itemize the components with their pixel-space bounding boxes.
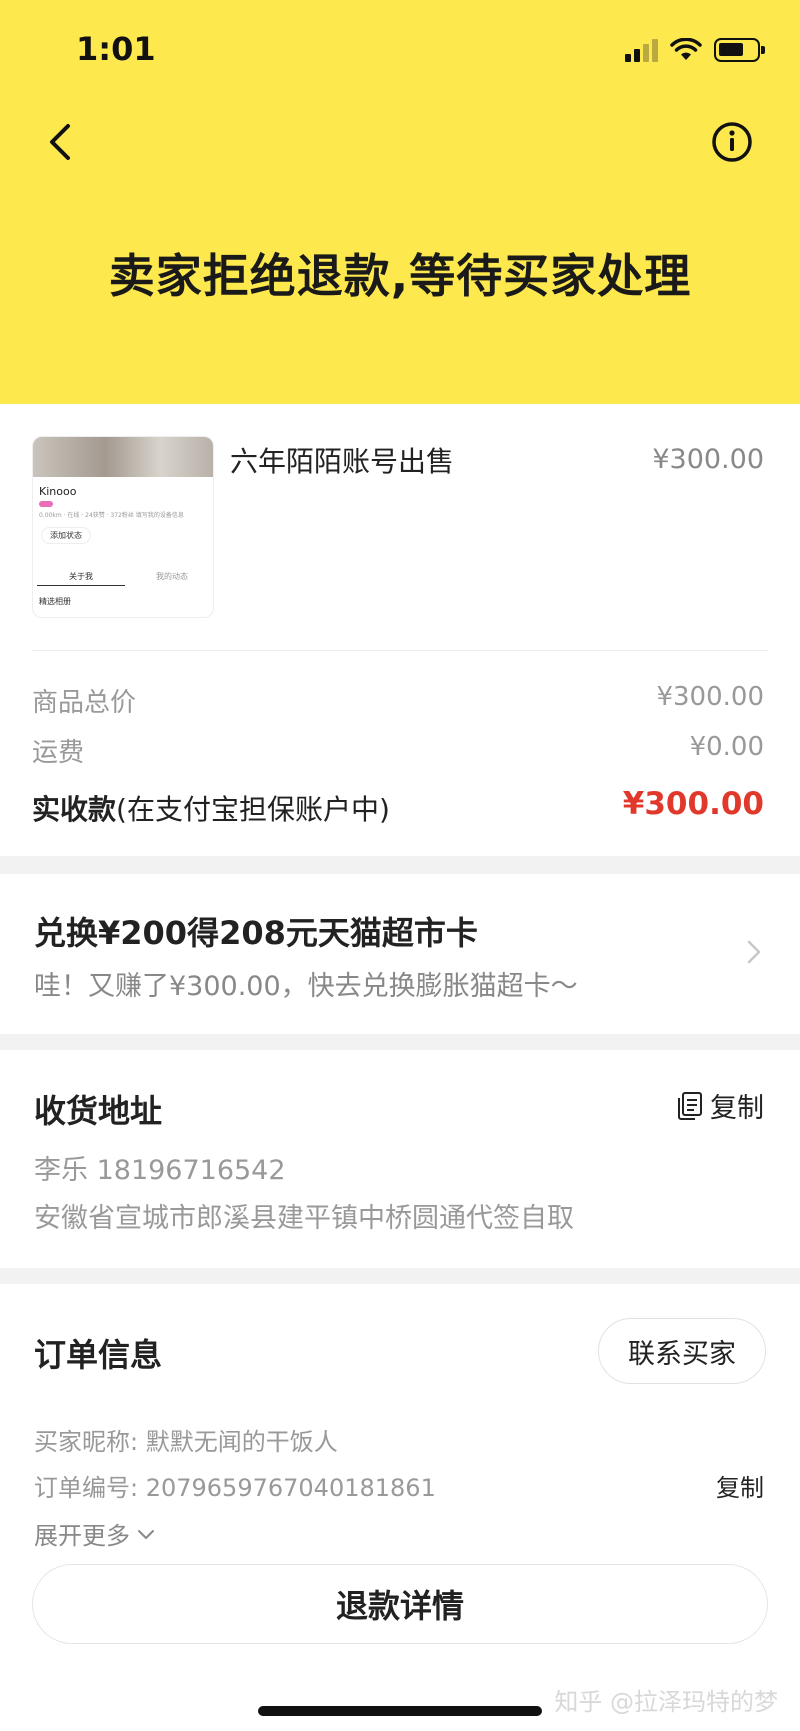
signal-icon [625, 38, 658, 62]
buyer-nickname: 买家昵称: 默默无闻的干饭人 [34, 1428, 338, 1456]
thumbnail-photo [33, 437, 213, 477]
copy-address-label: 复制 [710, 1093, 764, 1124]
thumbnail-meta: 0.00km · 在线 · 24获赞 · 372粉丝 填写我的设备信息 [39, 512, 184, 519]
copy-order-number-button[interactable]: 复制 [716, 1468, 764, 1503]
product-price: ¥300.00 [652, 444, 764, 475]
thumbnail-badge [39, 501, 53, 507]
thumbnail-status-button: 添加状态 [41, 527, 91, 544]
promo-subtitle: 哇！又赚了¥300.00，快去兑换膨胀猫超卡～ [34, 971, 578, 1002]
order-card: 订单信息 联系买家 买家昵称: 默默无闻的干饭人 订单编号: 207965976… [0, 1284, 800, 1731]
divider [32, 650, 768, 651]
address-card: 收货地址 复制 李乐 18196716542 安徽省宣城市郎溪县建平镇中桥圆通代… [0, 1050, 800, 1268]
promo-title: 兑换¥200得208元天猫超市卡 [34, 914, 478, 952]
chevron-right-icon [747, 940, 761, 964]
status-icons [625, 36, 765, 64]
status-time: 1:01 [76, 30, 156, 68]
subtotal-value: ¥300.00 [656, 682, 764, 712]
total-label-main: 实收款 [32, 793, 117, 826]
home-indicator[interactable] [258, 1706, 542, 1716]
info-icon[interactable] [710, 120, 754, 164]
subtotal-label: 商品总价 [32, 688, 137, 718]
thumbnail-album-label: 精选相册 [39, 597, 71, 606]
status-header: 1:01 卖家拒绝退款,等待买家处理 [0, 0, 800, 404]
contact-buyer-button[interactable]: 联系买家 [598, 1318, 766, 1384]
product-thumbnail[interactable]: Kinooo 0.00km · 在线 · 24获赞 · 372粉丝 填写我的设备… [32, 436, 214, 618]
copy-address-button[interactable]: 复制 [676, 1086, 764, 1125]
total-label: 实收款(在支付宝担保账户中) [32, 788, 390, 828]
back-arrow-icon[interactable] [42, 118, 82, 166]
chevron-down-icon [138, 1529, 154, 1539]
wifi-icon [670, 38, 702, 60]
address-detail: 安徽省宣城市郎溪县建平镇中桥圆通代签自取 [34, 1203, 574, 1234]
thumbnail-tab-feed: 我的动态 [156, 572, 188, 581]
product-card: Kinooo 0.00km · 在线 · 24获赞 · 372粉丝 填写我的设备… [0, 404, 800, 856]
order-title: 订单信息 [34, 1336, 163, 1374]
thumbnail-profile-name: Kinooo [39, 485, 77, 498]
shipping-value: ¥0.00 [689, 732, 764, 762]
address-title: 收货地址 [34, 1092, 163, 1130]
expand-more-button[interactable]: 展开更多 [34, 1516, 156, 1551]
thumbnail-tab-about: 关于我 [37, 571, 125, 586]
total-label-note: (在支付宝担保账户中) [116, 793, 390, 826]
page-title: 卖家拒绝退款,等待买家处理 [108, 249, 692, 303]
total-value: ¥300.00 [622, 786, 764, 822]
product-title[interactable]: 六年陌陌账号出售 [230, 440, 454, 480]
watermark: 知乎 @拉泽玛特的梦 [554, 1688, 778, 1716]
copy-icon [678, 1091, 702, 1120]
order-number: 订单编号: 2079659767040181861 [34, 1474, 436, 1502]
refund-detail-button[interactable]: 退款详情 [32, 1564, 768, 1644]
battery-icon [714, 38, 765, 62]
recipient-name-phone: 李乐 18196716542 [34, 1155, 286, 1186]
shipping-label: 运费 [32, 738, 85, 768]
promo-banner[interactable]: 兑换¥200得208元天猫超市卡 哇！又赚了¥300.00，快去兑换膨胀猫超卡～ [0, 874, 800, 1034]
expand-more-label: 展开更多 [34, 1522, 130, 1550]
